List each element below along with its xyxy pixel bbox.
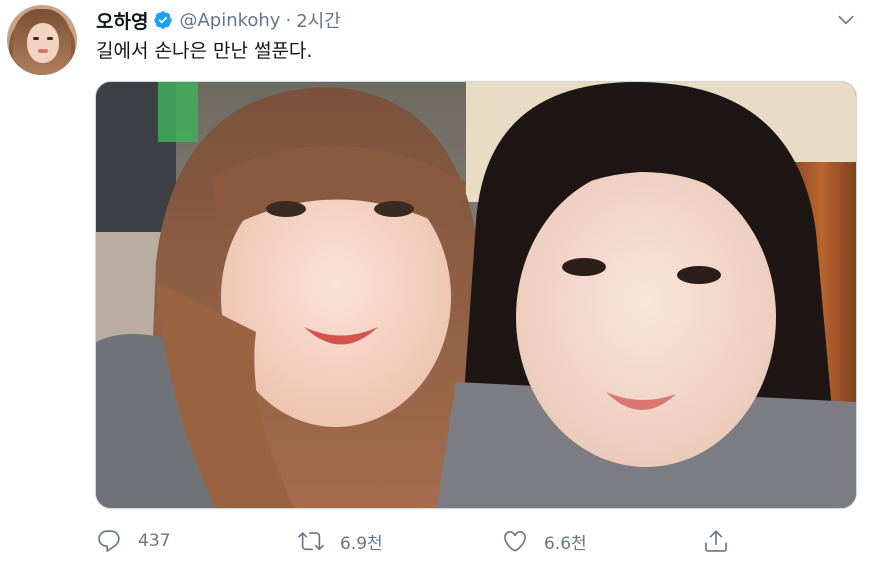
chevron-down-icon[interactable] <box>836 10 856 30</box>
tweet-photo[interactable] <box>95 81 857 509</box>
display-name[interactable]: 오하영 <box>96 7 148 34</box>
like-button[interactable]: 6.6천 <box>502 524 587 558</box>
right-person-eye-left <box>562 258 606 276</box>
tweet-text: 길에서 손나은 만난 썰푼다. <box>96 40 313 62</box>
retweet-button[interactable]: 6.9천 <box>298 524 383 558</box>
user-handle[interactable]: @Apinkohy <box>179 10 280 31</box>
selfie-illustration <box>96 82 856 508</box>
right-person-face <box>516 167 776 467</box>
separator-dot: · <box>285 9 292 31</box>
avatar-lips <box>38 49 48 53</box>
tweet-timestamp[interactable]: 2시간 <box>296 7 341 33</box>
tweet-header: 오하영 @Apinkohy · 2시간 <box>96 7 341 34</box>
avatar-eye-right <box>47 37 53 40</box>
left-person-eye-left <box>266 201 306 217</box>
avatar-eye-left <box>33 37 39 40</box>
retweet-count: 6.9천 <box>340 533 383 554</box>
reply-button[interactable]: 437 <box>96 524 170 558</box>
share-button[interactable] <box>703 524 729 558</box>
verified-badge-icon <box>153 10 173 30</box>
retweet-icon <box>298 532 324 551</box>
left-person-eye-right <box>374 201 414 217</box>
avatar-face <box>27 23 59 63</box>
bg-green-sign <box>158 82 198 142</box>
tweet-actions: 437 6.9천 6.6천 <box>0 524 873 558</box>
heart-icon <box>504 530 526 552</box>
reply-count: 437 <box>138 531 171 551</box>
reply-icon <box>98 530 120 552</box>
right-person-eye-right <box>677 266 721 284</box>
like-count: 6.6천 <box>544 533 587 554</box>
profile-avatar[interactable] <box>7 5 77 75</box>
share-icon <box>705 530 727 552</box>
